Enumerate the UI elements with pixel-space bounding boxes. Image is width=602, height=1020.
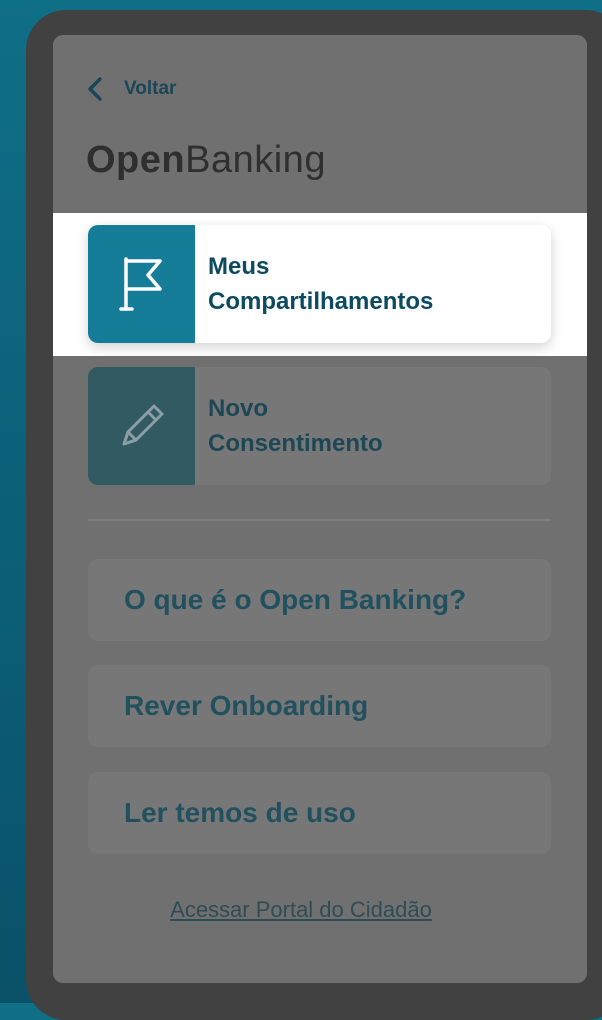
back-label: Voltar (124, 78, 177, 99)
terms-of-use-button[interactable]: Ler temos de uso (88, 772, 551, 854)
logo-light-text: Banking (185, 139, 326, 181)
pencil-icon (88, 367, 195, 485)
what-is-open-banking-button[interactable]: O que é o Open Banking? (88, 559, 551, 641)
card-label: Novo Consentimento (195, 367, 383, 485)
card-label-line1: Meus (208, 253, 270, 280)
novo-consentimento-card[interactable]: Novo Consentimento (88, 367, 551, 485)
citizen-portal-link[interactable]: Acessar Portal do Cidadão (0, 897, 602, 923)
card-label-line2: Consentimento (208, 430, 383, 457)
back-button[interactable]: Voltar (86, 75, 176, 103)
review-onboarding-button[interactable]: Rever Onboarding (88, 665, 551, 747)
meus-compartilhamentos-card[interactable]: Meus Compartilhamentos (88, 225, 551, 343)
chevron-left-icon (88, 77, 102, 101)
open-banking-logo: Open Banking (86, 135, 326, 185)
link-label: Ler temos de uso (124, 797, 356, 828)
logo-bold-text: Open (86, 139, 186, 181)
flag-icon (88, 225, 195, 343)
link-label: Rever Onboarding (124, 690, 369, 721)
card-label-line1: Novo (208, 395, 268, 422)
card-label-line2: Compartilhamentos (208, 288, 434, 315)
divider (88, 519, 551, 521)
link-label: O que é o Open Banking? (124, 584, 467, 615)
card-label: Meus Compartilhamentos (195, 225, 433, 343)
